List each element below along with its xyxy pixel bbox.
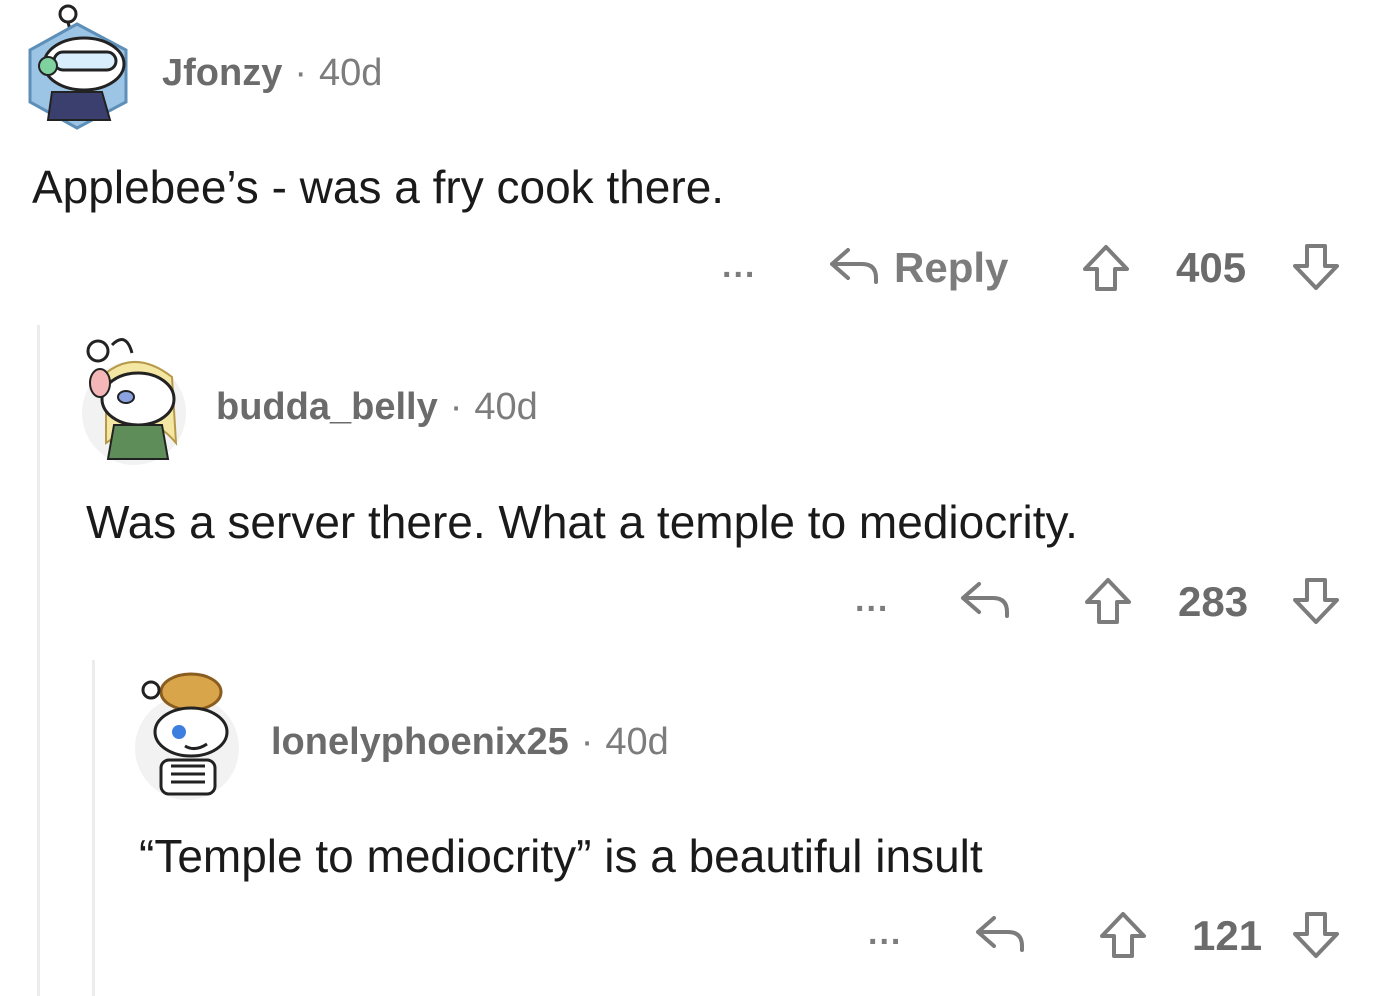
username[interactable]: Jfonzy <box>162 52 282 94</box>
downvote-icon[interactable] <box>1291 576 1341 626</box>
upvote-icon[interactable] <box>1083 576 1133 626</box>
separator-dot: · <box>580 721 594 763</box>
separator-dot: · <box>449 386 463 428</box>
timestamp: 40d <box>474 386 538 428</box>
comment-text: Was a server there. What a temple to med… <box>86 496 1078 548</box>
more-options-icon[interactable]: ... <box>868 914 902 953</box>
thread-line-level-1[interactable] <box>37 325 40 996</box>
comment-text: “Temple to mediocrity” is a beautiful in… <box>139 830 983 882</box>
downvote-icon[interactable] <box>1291 242 1341 292</box>
reply-arrow-icon[interactable] <box>972 910 1028 956</box>
comment-text: Applebee’s - was a fry cook there. <box>32 161 725 213</box>
comment-meta: Jfonzy · 40d <box>162 52 382 95</box>
reply-arrow-icon[interactable] <box>957 576 1013 622</box>
timestamp: 40d <box>319 52 383 94</box>
username[interactable]: lonelyphoenix25 <box>271 721 569 763</box>
vote-score: 405 <box>1176 244 1247 291</box>
more-options-icon[interactable]: ... <box>722 247 756 286</box>
comment-meta: lonelyphoenix25 · 40d <box>271 721 669 764</box>
downvote-icon[interactable] <box>1291 910 1341 960</box>
timestamp: 40d <box>605 721 669 763</box>
reply-arrow-icon[interactable] <box>826 242 882 288</box>
vote-score: 121 <box>1192 912 1263 959</box>
avatar[interactable] <box>76 333 191 465</box>
username[interactable]: budda_belly <box>216 386 438 428</box>
reply-button[interactable]: Reply <box>894 244 1008 292</box>
comment-meta: budda_belly · 40d <box>216 386 538 429</box>
avatar[interactable] <box>22 2 132 130</box>
thread-line-level-2[interactable] <box>92 660 95 996</box>
vote-score: 283 <box>1178 578 1249 625</box>
upvote-icon[interactable] <box>1098 910 1148 960</box>
upvote-icon[interactable] <box>1081 243 1131 293</box>
separator-dot: · <box>294 52 308 94</box>
more-options-icon[interactable]: ... <box>855 581 889 620</box>
avatar[interactable] <box>131 668 246 800</box>
